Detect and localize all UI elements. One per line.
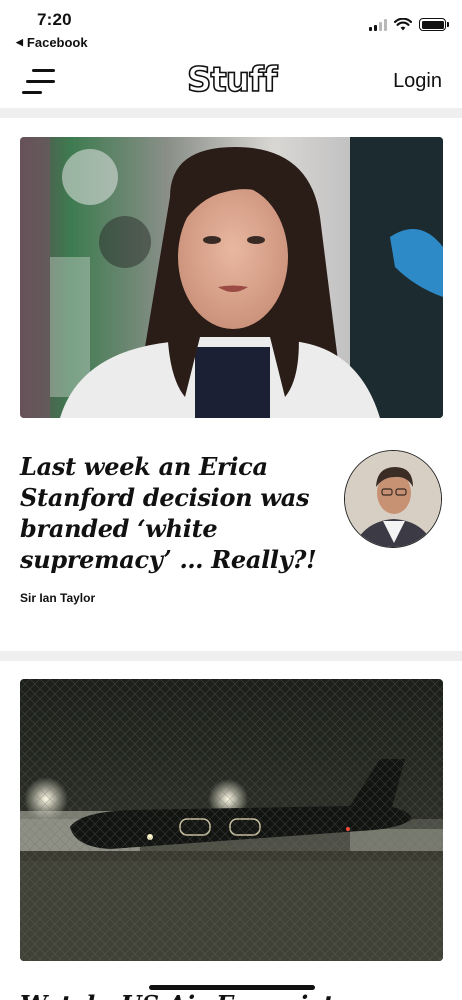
- back-app-label: Facebook: [26, 35, 88, 50]
- home-indicator[interactable]: [149, 985, 315, 990]
- headline-line: branded ‘white: [20, 514, 218, 543]
- article-2-image[interactable]: [20, 679, 443, 961]
- cellular-signal-icon: [369, 18, 387, 31]
- status-icons: [369, 18, 449, 31]
- status-bar: 7:20 ◀ Facebook: [0, 0, 462, 56]
- stuff-logo[interactable]: Stuff: [186, 59, 278, 101]
- login-button[interactable]: Login: [393, 70, 442, 93]
- section-divider: [0, 108, 462, 118]
- hamburger-menu-icon[interactable]: [22, 68, 56, 96]
- battery-icon: [419, 18, 449, 31]
- author-portrait-photo: [345, 451, 441, 547]
- back-triangle-icon: ◀: [16, 37, 23, 47]
- top-nav: Stuff Login: [0, 56, 462, 108]
- section-divider: [0, 651, 462, 661]
- military-aircraft-night-photo: [20, 679, 443, 961]
- article-2-headline[interactable]: Watch: US Air Force jet: [20, 990, 334, 1000]
- article-1-image[interactable]: [20, 137, 443, 418]
- headline-line: Last week an Erica: [20, 452, 268, 481]
- back-to-app-link[interactable]: ◀ Facebook: [16, 35, 88, 50]
- article-1-byline[interactable]: Sir Ian Taylor: [20, 591, 95, 605]
- headline-line: Stanford decision was: [20, 483, 310, 512]
- author-avatar[interactable]: [344, 450, 442, 548]
- status-time: 7:20: [37, 10, 72, 29]
- wifi-icon: [394, 18, 412, 31]
- article-1-headline[interactable]: Last week an Erica Stanford decision was…: [20, 451, 338, 575]
- headline-line: supremacy’ … Really?!: [20, 545, 317, 574]
- woman-speaking-photo: [20, 137, 443, 418]
